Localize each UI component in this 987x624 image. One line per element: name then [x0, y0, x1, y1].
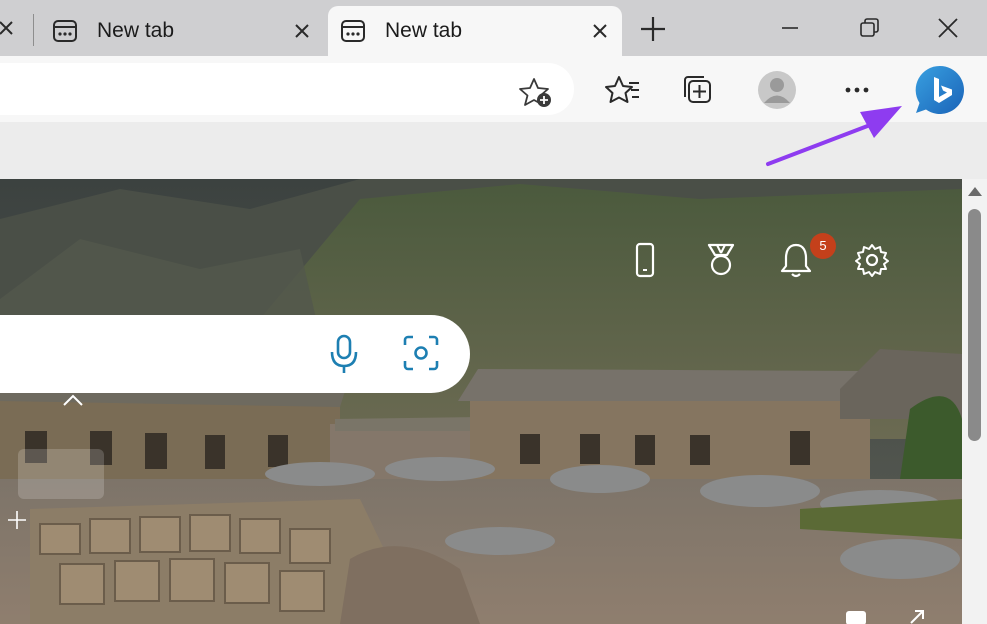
favorites-icon[interactable]: [603, 70, 643, 110]
minimize-icon[interactable]: [776, 14, 804, 42]
phone-icon[interactable]: [627, 241, 663, 279]
notification-badge: 5: [810, 233, 836, 259]
image-info-icon[interactable]: [845, 609, 867, 624]
close-window-icon[interactable]: [934, 14, 962, 42]
star-plus-icon[interactable]: [518, 75, 554, 109]
quick-link-tile[interactable]: [18, 449, 104, 499]
tab-strip: New tab New tab: [0, 0, 987, 56]
scroll-up-arrow-icon[interactable]: [968, 187, 982, 196]
vertical-scrollbar[interactable]: [962, 179, 987, 624]
new-tab-page-icon: [341, 20, 365, 42]
tab-close-icon[interactable]: [590, 21, 610, 41]
tab-close-icon[interactable]: [292, 21, 312, 41]
settings-icon[interactable]: [854, 241, 890, 279]
collections-icon[interactable]: [678, 70, 718, 110]
tab-new-tab-2[interactable]: New tab: [328, 6, 622, 56]
tab-new-tab-1[interactable]: New tab: [40, 6, 324, 56]
address-bar[interactable]: [0, 63, 574, 115]
visual-search-icon[interactable]: [402, 334, 440, 372]
tab-separator: [33, 14, 34, 46]
new-tab-page-icon: [53, 20, 77, 42]
scrollbar-thumb[interactable]: [968, 209, 981, 441]
chevron-up-icon[interactable]: [62, 393, 84, 407]
bing-chat-icon[interactable]: [912, 63, 968, 119]
tab-title: New tab: [385, 19, 463, 42]
new-tab-plus-icon[interactable]: [635, 12, 671, 46]
annotation-arrow: [766, 106, 902, 166]
rewards-icon[interactable]: [703, 241, 739, 279]
search-box[interactable]: [0, 315, 470, 393]
bell-icon[interactable]: [778, 241, 814, 279]
tab-title: New tab: [97, 19, 175, 42]
tab-fragment[interactable]: [0, 6, 30, 56]
expand-icon[interactable]: [903, 609, 925, 624]
microphone-icon[interactable]: [326, 333, 362, 375]
add-quick-link-icon[interactable]: [6, 509, 28, 531]
restore-icon[interactable]: [855, 14, 883, 42]
tab-close-icon[interactable]: [0, 18, 16, 38]
new-tab-page: 5: [0, 179, 962, 624]
